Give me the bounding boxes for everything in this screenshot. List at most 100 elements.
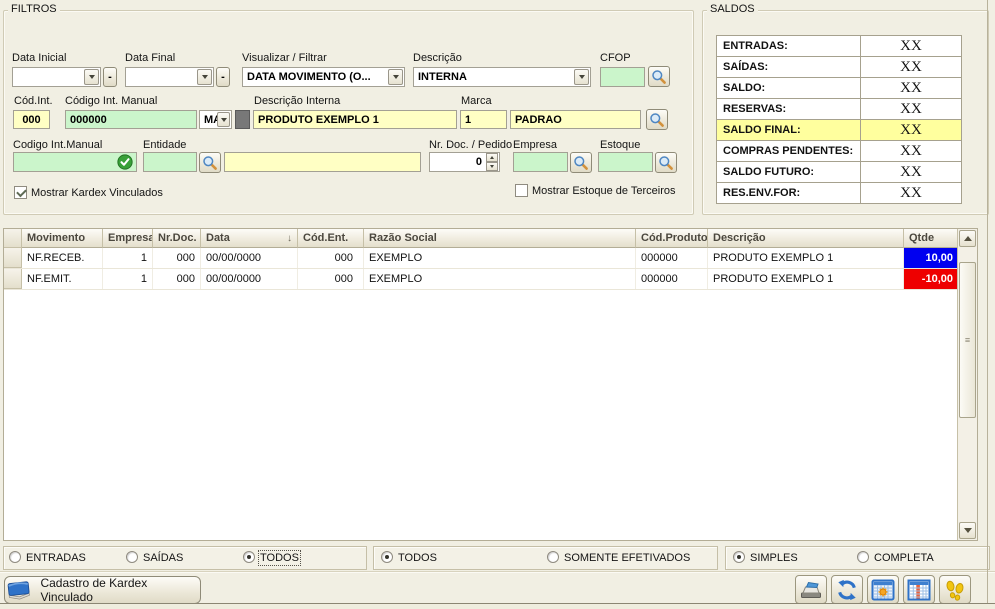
cod-int-field[interactable]: 000 [13, 110, 50, 129]
radio-completa[interactable] [857, 551, 869, 563]
print-button[interactable] [795, 575, 827, 604]
grid-corner-cell [4, 229, 22, 248]
spin-up-button[interactable] [486, 153, 498, 162]
visualizar-filtrar-label: Visualizar / Filtrar [242, 52, 327, 64]
cell-descricao: PRODUTO EXEMPLO 1 [708, 248, 904, 268]
col-header-data[interactable]: Data ↓ [201, 229, 298, 248]
grid-row-1[interactable]: NF.RECEB. 1 000 00/00/0000 000 EXEMPLO 0… [4, 248, 977, 269]
ma-dropdown-button[interactable] [217, 112, 230, 127]
row-selector-cell[interactable] [4, 269, 22, 289]
cell-data: 00/00/0000 [201, 248, 298, 268]
grid-header-row: Movimento Empresa Nr.Doc. Data ↓ Cód.Ent… [4, 229, 977, 248]
col-header-empresa[interactable]: Empresa [103, 229, 153, 248]
entidade-label: Entidade [143, 139, 186, 151]
mostrar-terceiros-label: Mostrar Estoque de Terceiros [532, 185, 675, 197]
col-header-codproduto[interactable]: Cód.Produto [636, 229, 708, 248]
empresa-search-button[interactable] [570, 152, 592, 173]
radio-simples-label[interactable]: SIMPLES [750, 552, 798, 564]
search-icon [651, 69, 667, 85]
estoque-label: Estoque [600, 139, 640, 151]
filtros-title: FILTROS [8, 3, 60, 15]
entidade-search-button[interactable] [199, 152, 221, 173]
grid-vertical-scrollbar[interactable]: ≡ [957, 229, 977, 540]
printer-icon [799, 579, 823, 601]
saldos-row-label: SALDO: [717, 78, 861, 98]
saldos-row-value: XX [861, 120, 961, 140]
refresh-button[interactable] [831, 575, 863, 604]
data-final-input[interactable] [125, 67, 214, 87]
cadastro-kardex-button[interactable]: Cadastro de Kardex Vinculado [4, 576, 201, 604]
data-inicial-input[interactable] [12, 67, 101, 87]
radio-entradas-label[interactable]: ENTRADAS [26, 552, 86, 564]
radio-entradas[interactable] [9, 551, 21, 563]
codigo-int-manual2-field[interactable] [13, 152, 137, 172]
entidade-nome-field[interactable] [224, 152, 421, 172]
visualizar-filtrar-select[interactable]: DATA MOVIMENTO (O... [242, 67, 405, 87]
data-inicial-dropdown-button[interactable] [84, 69, 99, 85]
radio-todos-direcao-label[interactable]: TODOS [260, 552, 299, 564]
col-header-nrdoc[interactable]: Nr.Doc. [153, 229, 201, 248]
col-header-razao-social[interactable]: Razão Social [364, 229, 636, 248]
col-header-movimento[interactable]: Movimento [22, 229, 103, 248]
saldos-row-value: XX [861, 99, 961, 119]
mostrar-terceiros-checkbox[interactable] [515, 184, 528, 197]
cell-nrdoc: 000 [153, 269, 201, 289]
codigo-int-manual2-label: Codigo Int.Manual [13, 139, 102, 151]
estoque-field[interactable] [598, 152, 653, 172]
marca-search-button[interactable] [646, 109, 668, 130]
descricao-select[interactable]: INTERNA [413, 67, 591, 87]
col-header-descricao[interactable]: Descrição [708, 229, 904, 248]
saldos-row: COMPRAS PENDENTES: XX [717, 141, 961, 162]
visualizar-dropdown-button[interactable] [388, 69, 403, 85]
radio-somente-efetivados-label[interactable]: SOMENTE EFETIVADOS [564, 552, 690, 564]
radio-completa-label[interactable]: COMPLETA [874, 552, 934, 564]
data-final-dropdown-button[interactable] [197, 69, 212, 85]
data-inicial-clear-button[interactable]: - [103, 67, 117, 87]
estoque-search-button[interactable] [655, 152, 677, 173]
ma-select[interactable]: MA [199, 110, 232, 129]
radio-todos-status-label[interactable]: TODOS [398, 552, 437, 564]
dark-square-button[interactable] [235, 110, 250, 129]
radio-todos-status[interactable] [381, 551, 393, 563]
scroll-down-button[interactable] [959, 522, 976, 539]
scrollbar-thumb[interactable]: ≡ [959, 262, 976, 418]
visualizar-filtrar-value: DATA MOVIMENTO (O... [247, 71, 371, 83]
calendar-button[interactable] [867, 575, 899, 604]
cfop-input[interactable] [600, 67, 645, 87]
radio-saidas-label[interactable]: SAÍDAS [143, 552, 183, 564]
saldos-row: SALDO: XX [717, 78, 961, 99]
radio-todos-direcao[interactable] [243, 551, 255, 563]
saldos-row-value: XX [861, 162, 961, 182]
spin-down-button[interactable] [486, 162, 498, 171]
cell-empresa: 1 [103, 248, 153, 268]
table-columns-button[interactable] [903, 575, 935, 604]
footprints-button[interactable] [939, 575, 971, 604]
radio-simples[interactable] [733, 551, 745, 563]
cell-descricao: PRODUTO EXEMPLO 1 [708, 269, 904, 289]
descricao-interna-field[interactable]: PRODUTO EXEMPLO 1 [253, 110, 457, 129]
codigo-int-manual-field[interactable]: 000000 [65, 110, 197, 129]
empresa-field[interactable] [513, 152, 568, 172]
saldos-row-value: XX [861, 141, 961, 161]
marca-nome-field[interactable]: PADRAO [510, 110, 641, 129]
cell-codproduto: 000000 [636, 269, 708, 289]
scroll-up-button[interactable] [959, 230, 976, 247]
saldos-row-label: RESERVAS: [717, 99, 861, 119]
saldos-row-label: ENTRADAS: [717, 36, 861, 56]
data-final-clear-button[interactable]: - [216, 67, 230, 87]
row-selector-cell[interactable] [4, 248, 22, 268]
descricao-dropdown-button[interactable] [574, 69, 589, 85]
marca-codigo-field[interactable]: 1 [460, 110, 507, 129]
grid-row-2[interactable]: NF.EMIT. 1 000 00/00/0000 000 EXEMPLO 00… [4, 269, 977, 290]
mostrar-kardex-checkbox[interactable] [14, 186, 27, 199]
col-header-codent[interactable]: Cód.Ent. [298, 229, 364, 248]
radio-saidas[interactable] [126, 551, 138, 563]
radio-somente-efetivados[interactable] [547, 551, 559, 563]
entidade-codigo-field[interactable] [143, 152, 197, 172]
cfop-search-button[interactable] [648, 66, 670, 87]
data-final-label: Data Final [125, 52, 175, 64]
arrow-up-icon [490, 156, 494, 159]
col-header-qtde[interactable]: Qtde [904, 229, 959, 248]
nr-doc-spin-buttons[interactable] [486, 153, 498, 171]
saldos-row-label: SALDO FUTURO: [717, 162, 861, 182]
